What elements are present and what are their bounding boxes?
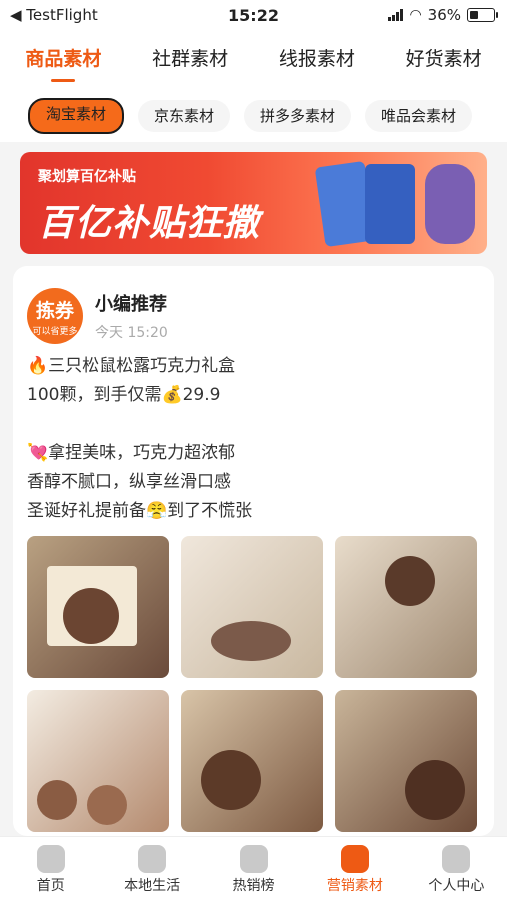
hot-list-icon [239, 845, 268, 873]
nav-label: 个人中心 [428, 878, 485, 894]
post-line: 100颗，到手仅需💰29.9 [27, 385, 221, 405]
banner-product-image [425, 164, 475, 244]
product-image[interactable] [27, 536, 169, 678]
nav-label: 首页 [36, 878, 65, 894]
nav-marketing-material[interactable]: 营销素材 [304, 837, 405, 901]
status-right: ◠ 36% [384, 6, 498, 24]
nav-label: 热销榜 [232, 878, 275, 894]
post-text: 🔥三只松鼠松露巧克力礼盒 100颗，到手仅需💰29.9 💘拿捏美味，巧克力超浓郁… [27, 352, 477, 526]
battery-percent: 36% [427, 6, 461, 24]
home-icon [36, 845, 65, 873]
post-line: 香醇不腻口，纵享丝滑口感 [27, 472, 231, 492]
nav-hot-list[interactable]: 热销榜 [203, 837, 304, 901]
material-card: 拣券 可以省更多 小编推荐 今天 15:20 🔥三只松鼠松露巧克力礼盒 100颗… [13, 266, 494, 836]
user-icon [442, 845, 471, 873]
chip-taobao[interactable]: 淘宝素材 [28, 98, 125, 134]
tab-product-material[interactable]: 商品素材 [0, 30, 127, 90]
tab-deal-material[interactable]: 线报素材 [254, 30, 381, 90]
avatar-slogan: 可以省更多 [32, 327, 78, 337]
avatar: 拣券 可以省更多 [27, 288, 83, 344]
nav-label: 本地生活 [124, 878, 181, 894]
wifi-icon: ◠ [409, 7, 422, 23]
tab-community-material[interactable]: 社群素材 [127, 30, 254, 90]
post-line [27, 410, 477, 439]
chip-pinduoduo[interactable]: 拼多多素材 [244, 100, 352, 132]
product-image[interactable] [181, 690, 323, 832]
nav-label: 营销素材 [326, 878, 383, 894]
status-bar: ◀ TestFlight 15:22 ◠ 36% [0, 0, 507, 30]
product-image[interactable] [335, 690, 477, 832]
top-tabs: 商品素材 社群素材 线报素材 好货素材 [0, 30, 507, 90]
signal-icon [388, 9, 404, 21]
post-line: 🔥三只松鼠松露巧克力礼盒 [27, 356, 236, 376]
product-image[interactable] [27, 690, 169, 832]
product-image[interactable] [181, 536, 323, 678]
nav-home[interactable]: 首页 [0, 837, 101, 901]
battery-icon [467, 8, 498, 22]
marketing-icon [340, 845, 369, 873]
product-image[interactable] [335, 536, 477, 678]
post-line: 圣诞好礼提前备😤到了不慌张 [27, 501, 253, 521]
post-line: 💘拿捏美味，巧克力超浓郁 [27, 443, 236, 463]
banner-title: 百亿补贴狂撒 [38, 203, 261, 244]
compass-icon [138, 845, 167, 873]
battery-level [470, 11, 478, 19]
chip-jd[interactable]: 京东素材 [138, 100, 231, 132]
author-name: 小编推荐 [95, 294, 167, 315]
chip-vip[interactable]: 唯品会素材 [365, 100, 473, 132]
banner-subtitle: 聚划算百亿补贴 [38, 169, 136, 185]
avatar-title: 拣券 [35, 300, 74, 322]
tab-goods-material[interactable]: 好货素材 [380, 30, 507, 90]
nav-profile[interactable]: 个人中心 [406, 837, 507, 901]
post-time: 今天 15:20 [95, 325, 168, 341]
banner-product-image [365, 164, 415, 244]
platform-chips: 淘宝素材 京东素材 拼多多素材 唯品会素材 [0, 90, 507, 142]
nav-local-life[interactable]: 本地生活 [101, 837, 202, 901]
bottom-nav: 首页 本地生活 热销榜 营销素材 个人中心 [0, 836, 507, 901]
image-grid [27, 536, 477, 832]
promo-banner[interactable]: 聚划算百亿补贴 百亿补贴狂撒 [20, 152, 487, 254]
